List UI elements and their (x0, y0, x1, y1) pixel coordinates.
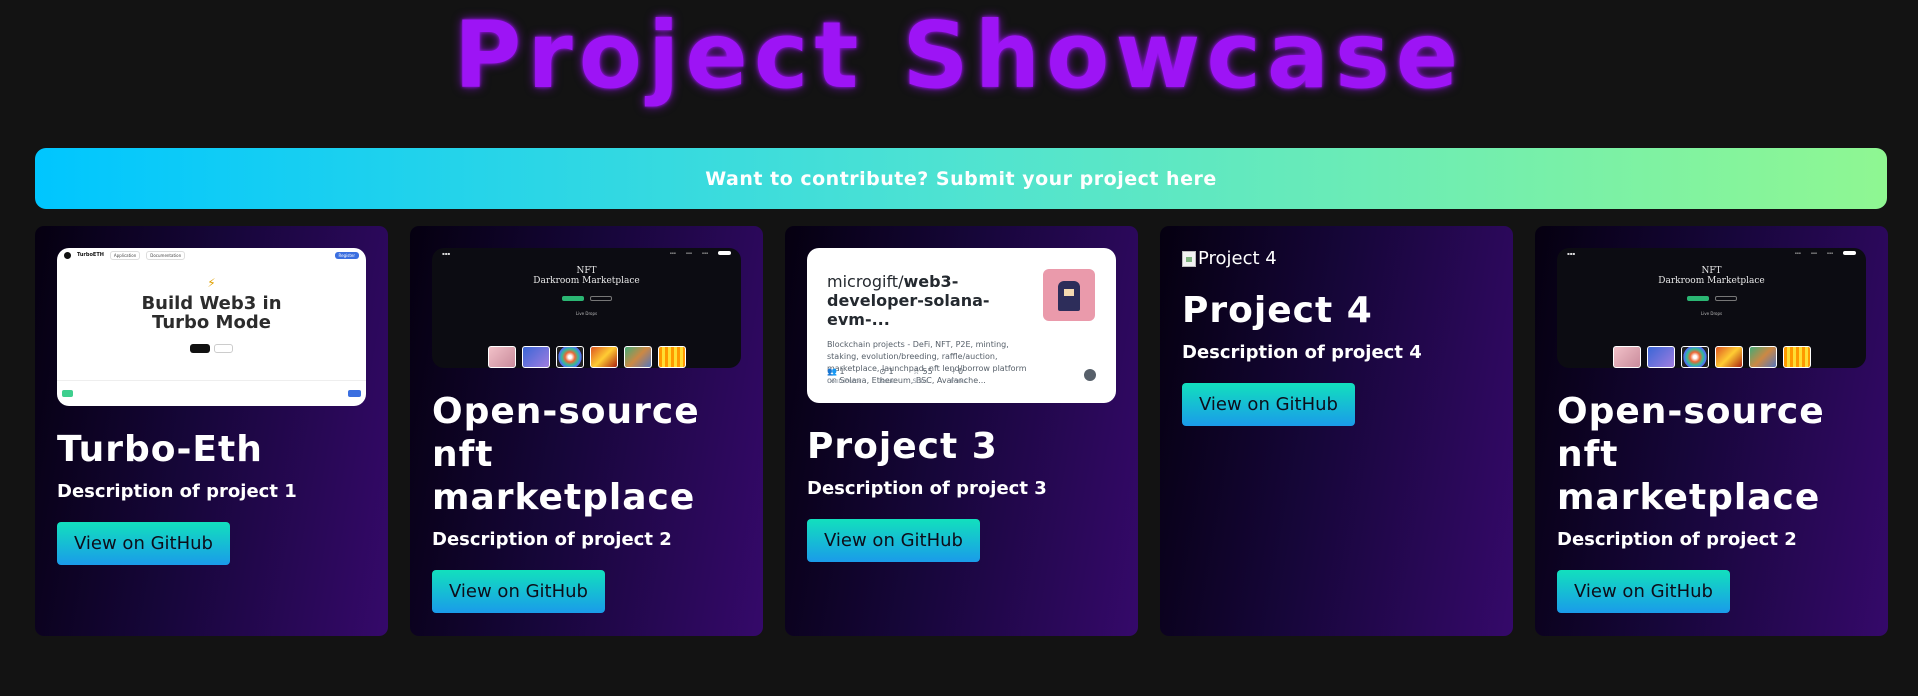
project-description: Description of project 3 (807, 478, 1047, 499)
project-description: Description of project 2 (432, 529, 672, 550)
thumb-nav-item: ▪▪▪ (669, 251, 676, 255)
project-card-5: ▪▪▪ ▪▪▪ ▪▪▪ ▪▪▪ NFT Darkroom Marketplace… (1535, 226, 1888, 636)
view-on-github-button[interactable]: View on GitHub (1182, 383, 1355, 426)
project-description: Description of project 4 (1182, 342, 1422, 363)
project-title: Open-source nft marketplace (1557, 391, 1825, 518)
repo-stat-forks: ⑂ 0 Forks (950, 367, 967, 385)
project-4-broken-image: Project 4 (1182, 248, 1491, 269)
thumb-nav-item: ▪▪▪ (1794, 251, 1801, 255)
thumb-buttons (1557, 296, 1866, 301)
repo-stat-contributors: 👥 1 Contributor (827, 367, 862, 385)
thumb-nav-item: Documentation (146, 250, 186, 260)
project-card-1: TurboETH Application Documentation Regis… (35, 226, 388, 636)
repo-name: microgift/web3-developer-solana-evm-... (827, 272, 1017, 329)
thumb-nft-tiles (432, 346, 741, 368)
thumb-heading-line: NFT (576, 266, 597, 276)
thumb-nav: TurboETH Application Documentation Regis… (57, 248, 366, 262)
thumb-nft-tiles (1557, 346, 1866, 368)
project-card-4: Project 4 Project 4 Description of proje… (1160, 226, 1513, 636)
project-description: Description of project 1 (57, 481, 297, 502)
contribute-banner-link[interactable]: Want to contribute? Submit your project … (35, 148, 1887, 209)
thumb-nav-button (718, 251, 731, 255)
thumb-nav: ▪▪▪ ▪▪▪ ▪▪▪ ▪▪▪ (432, 248, 741, 258)
thumb-heading: NFT Darkroom Marketplace (432, 266, 741, 286)
project-5-screenshot: ▪▪▪ ▪▪▪ ▪▪▪ ▪▪▪ NFT Darkroom Marketplace… (1557, 248, 1866, 368)
nft-tile (1782, 346, 1811, 368)
project-card-list: TurboETH Application Documentation Regis… (35, 226, 1888, 636)
nft-tile (487, 346, 516, 368)
thumb-secondary-button (1714, 296, 1737, 301)
nft-tile (589, 346, 618, 368)
project-title: Project 4 (1182, 290, 1373, 331)
thumb-heading-line: Darkroom Marketplace (533, 276, 640, 286)
thumb-nav-button (1843, 251, 1856, 255)
thumb-nav: ▪▪▪ ▪▪▪ ▪▪▪ ▪▪▪ (1557, 248, 1866, 258)
view-on-github-button[interactable]: View on GitHub (432, 570, 605, 613)
broken-image-icon (1182, 250, 1196, 267)
page-title: Project Showcase (453, 2, 1465, 109)
nft-tile (623, 346, 652, 368)
thumb-subtext (57, 335, 366, 340)
thumb-cta-primary (189, 344, 210, 353)
github-octocat-icon (1084, 369, 1096, 381)
project-2-screenshot: ▪▪▪ ▪▪▪ ▪▪▪ ▪▪▪ NFT Darkroom Marketplace… (432, 248, 741, 368)
thumb-nav-item: ▪▪▪ (1810, 251, 1817, 255)
nft-tile (555, 346, 584, 368)
thumb-heading: NFT Darkroom Marketplace (1557, 266, 1866, 286)
thumb-brand: TurboETH (77, 252, 104, 258)
turbo-logo-icon (64, 251, 71, 259)
repo-stats: 👥 1 Contributor ⊙ 1 Issue ☆ 55 Stars ⑂ 0 For… (827, 367, 967, 387)
project-title: Project 3 (807, 426, 998, 467)
thumb-nav-button: Register (334, 251, 359, 259)
lightning-bolt-icon: ⚡ (207, 276, 216, 290)
view-on-github-button[interactable]: View on GitHub (57, 522, 230, 565)
project-3-screenshot: microgift/web3-developer-solana-evm-... … (807, 248, 1116, 403)
thumb-footer (57, 380, 366, 406)
project-description: Description of project 2 (1557, 529, 1797, 550)
thumb-hero-line: Build Web3 in (141, 293, 282, 314)
nft-tile (1680, 346, 1709, 368)
thumb-buttons (432, 296, 741, 301)
thumb-heading-line: NFT (1701, 266, 1722, 276)
project-title: Open-source nft marketplace (432, 391, 700, 518)
thumb-nav-item: ▪▪▪ (1826, 251, 1834, 255)
view-on-github-button[interactable]: View on GitHub (1557, 570, 1730, 613)
thumb-cta-secondary (213, 344, 234, 353)
view-on-github-button[interactable]: View on GitHub (807, 519, 980, 562)
project-card-3: microgift/web3-developer-solana-evm-... … (785, 226, 1138, 636)
project-title: Turbo-Eth (57, 429, 263, 470)
repo-stat-stars: ☆ 55 Stars (912, 367, 933, 385)
thumb-footer-text (78, 391, 343, 396)
thumb-brand: ▪▪▪ (442, 250, 451, 256)
thumb-nav-item: ▪▪▪ (685, 251, 692, 255)
image-alt-text: Project 4 (1198, 248, 1277, 269)
thumb-cta-row (57, 344, 366, 353)
nft-tile (521, 346, 550, 368)
nft-tile (1612, 346, 1641, 368)
thumb-hero-line: Turbo Mode (152, 312, 271, 333)
thumb-brand: ▪▪▪ (1567, 250, 1576, 256)
thumb-primary-button (561, 296, 584, 301)
repo-owner: microgift/ (827, 272, 904, 291)
repo-owner-avatar (1043, 269, 1095, 321)
thumb-footer-badge (62, 390, 74, 397)
contribute-label: Want to contribute? Submit your project … (705, 167, 1217, 190)
nft-tile (657, 346, 686, 368)
thumb-secondary-button (589, 296, 612, 301)
project-1-screenshot: TurboETH Application Documentation Regis… (57, 248, 366, 406)
repo-stat-issues: ⊙ 1 Issue (879, 367, 895, 385)
project-card-2: ▪▪▪ ▪▪▪ ▪▪▪ ▪▪▪ NFT Darkroom Marketplace… (410, 226, 763, 636)
nft-tile (1714, 346, 1743, 368)
thumb-hero-text: Build Web3 in Turbo Mode (57, 294, 366, 332)
nft-tile (1748, 346, 1777, 368)
nft-tile (1646, 346, 1675, 368)
thumb-nav-item: ▪▪▪ (701, 251, 709, 255)
thumb-live-label: Live Drops (1700, 311, 1723, 316)
thumb-nav-item: Application (109, 250, 141, 260)
thumb-primary-button (1686, 296, 1709, 301)
thumb-footer-button (347, 390, 361, 397)
thumb-live-label: Live Drops (575, 311, 598, 316)
thumb-heading-line: Darkroom Marketplace (1658, 276, 1765, 286)
